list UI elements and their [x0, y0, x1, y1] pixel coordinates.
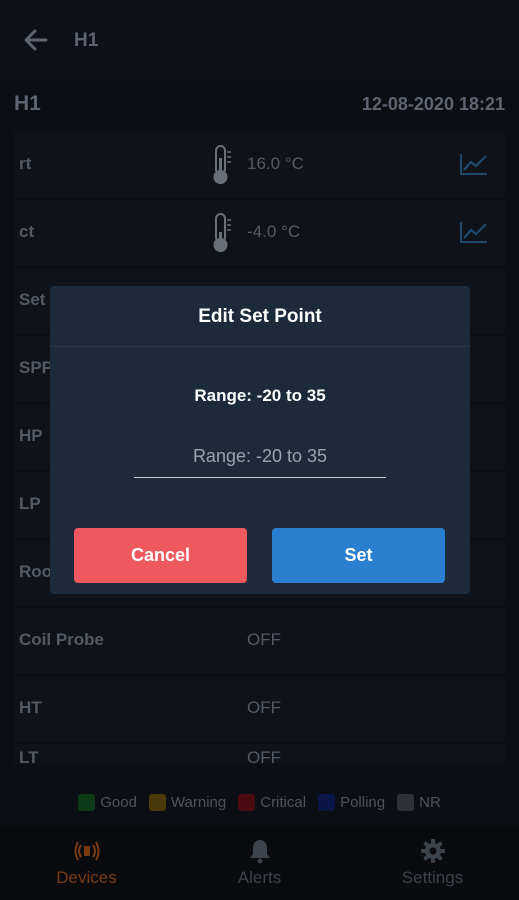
legend-swatch-good	[78, 793, 96, 811]
parameter-label: HP	[19, 426, 43, 445]
parameter-value: -4.0 °C	[247, 222, 301, 241]
legend-swatch-nr	[397, 793, 415, 811]
parameter-label: Set	[19, 290, 46, 309]
parameter-row[interactable]: rt 16.0 °C	[14, 132, 505, 198]
parameter-row[interactable]: Coil Probe OFF	[14, 608, 505, 674]
trend-chart-icon[interactable]	[459, 220, 489, 244]
parameter-label: Coil Probe	[19, 630, 105, 649]
legend-label: NR	[419, 793, 441, 811]
legend-swatch-polling	[318, 793, 336, 811]
dialog-divider	[50, 346, 470, 347]
cancel-button[interactable]: Cancel	[74, 528, 247, 583]
device-name: H1	[14, 92, 41, 115]
nav-settings[interactable]: Settings	[346, 826, 519, 900]
legend-warning: Warning	[148, 793, 227, 811]
parameter-label: rt	[19, 154, 32, 173]
legend-nr: NR	[397, 793, 441, 811]
trend-chart-icon[interactable]	[459, 152, 489, 176]
status-legend: Good Warning Critical Polling NR	[0, 786, 519, 818]
back-arrow-icon[interactable]	[22, 26, 50, 54]
legend-polling: Polling	[318, 793, 386, 811]
parameter-value: 16.0 °C	[247, 154, 304, 173]
legend-label: Polling	[340, 793, 386, 811]
dialog-title: Edit Set Point	[198, 306, 322, 327]
edit-set-point-dialog: Edit Set Point Range: -20 to 35 Cancel S…	[50, 286, 470, 594]
parameter-label: SPP	[19, 358, 54, 377]
bottom-navigation: Devices Alerts Settings	[0, 826, 519, 900]
parameter-value: OFF	[247, 698, 281, 717]
legend-label: Good	[100, 793, 137, 811]
legend-swatch-warning	[148, 793, 166, 811]
parameter-label: Roo	[19, 562, 53, 581]
nav-devices[interactable]: Devices	[0, 826, 173, 900]
thermometer-icon	[213, 145, 231, 184]
parameter-label: LT	[19, 748, 39, 764]
nav-label: Alerts	[237, 868, 282, 887]
legend-label: Warning	[170, 793, 227, 811]
parameter-value: OFF	[247, 748, 281, 764]
gear-icon	[420, 839, 445, 863]
device-header: H1 12-08-2020 18:21	[0, 84, 519, 130]
parameter-label: ct	[19, 222, 35, 241]
set-point-input[interactable]	[134, 436, 386, 478]
thermometer-icon	[213, 213, 231, 252]
parameter-row[interactable]: ct -4.0 °C	[14, 200, 505, 266]
parameter-row[interactable]: HT OFF	[14, 676, 505, 742]
bell-icon	[249, 840, 270, 864]
legend-swatch-critical	[238, 793, 256, 811]
app-bar-title: H1	[74, 30, 99, 51]
legend-label: Critical	[260, 793, 307, 811]
app-bar: H1	[0, 0, 519, 80]
set-button[interactable]: Set	[272, 528, 445, 583]
parameter-row[interactable]: LT OFF	[14, 744, 505, 764]
legend-critical: Critical	[238, 793, 307, 811]
parameter-value: OFF	[247, 630, 281, 649]
parameter-label: LP	[19, 494, 41, 513]
parameter-label: HT	[19, 698, 42, 717]
range-label: Range: -20 to 35	[194, 386, 326, 405]
nav-label: Settings	[401, 868, 464, 887]
nav-alerts[interactable]: Alerts	[173, 826, 346, 900]
timestamp: 12-08-2020 18:21	[361, 94, 505, 114]
devices-icon	[74, 841, 99, 861]
legend-good: Good	[78, 793, 137, 811]
nav-label: Devices	[56, 868, 117, 887]
